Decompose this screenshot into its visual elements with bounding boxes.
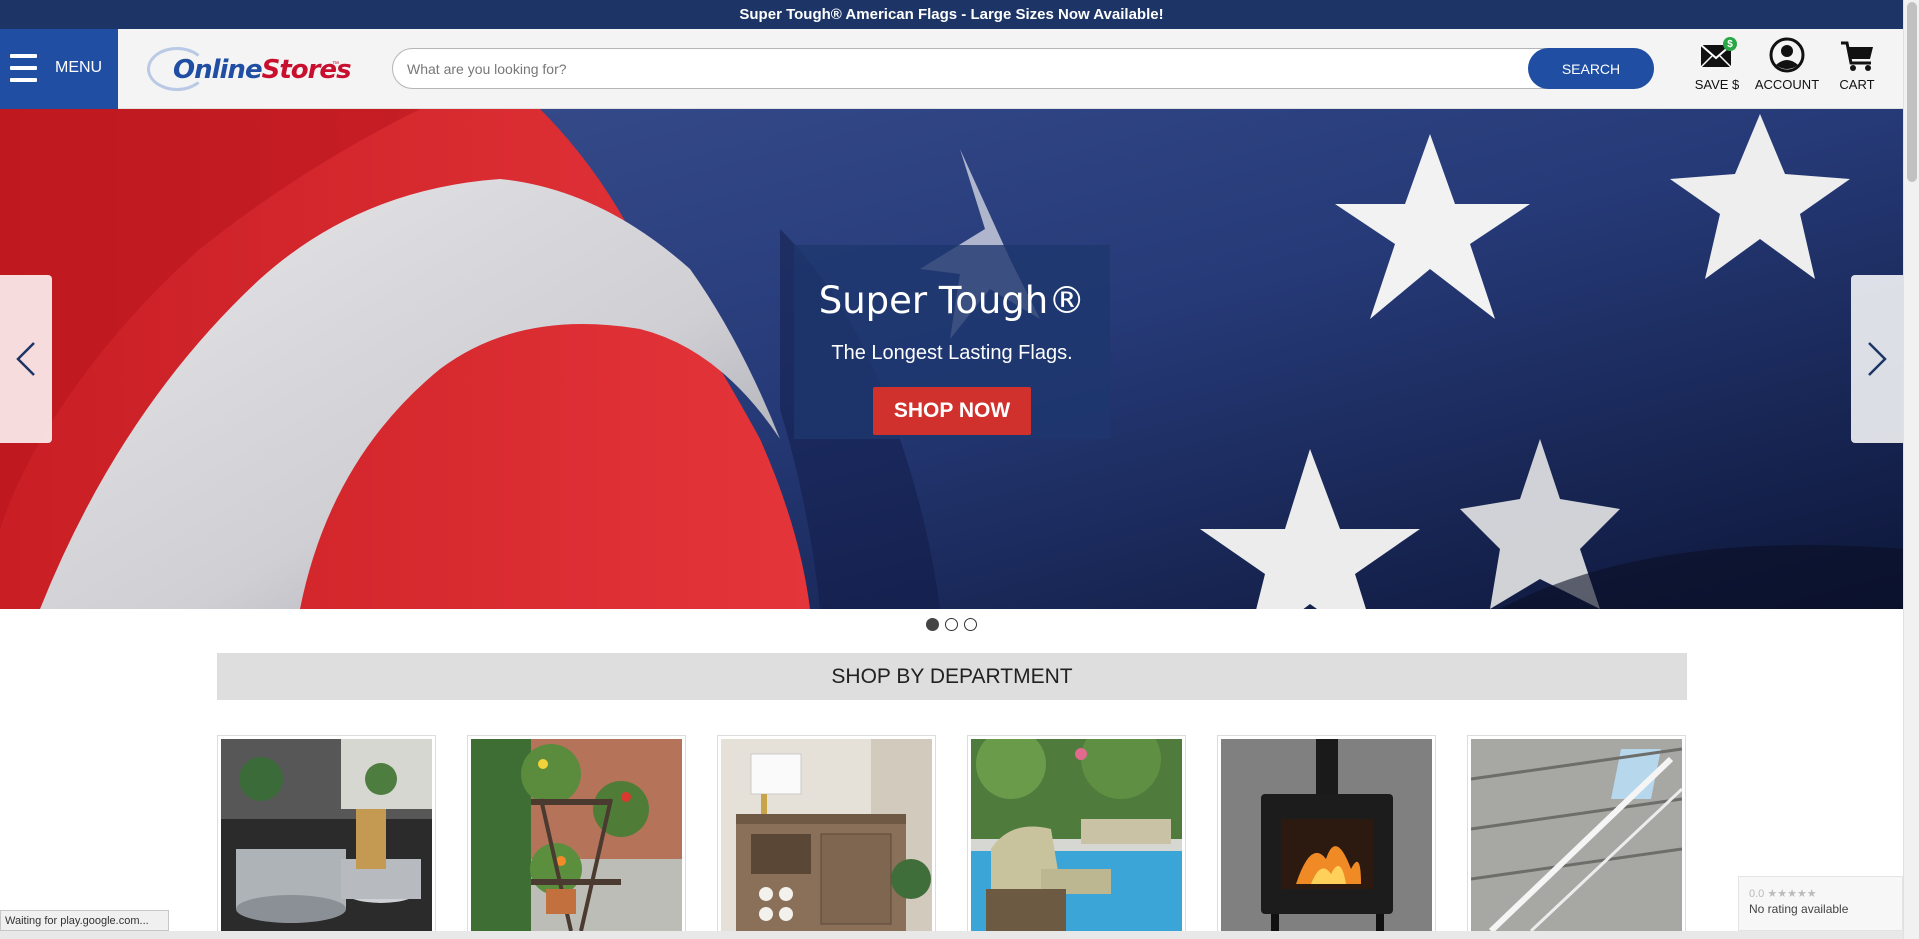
hamburger-icon (10, 54, 37, 82)
department-card-garden[interactable] (467, 735, 686, 935)
warehouse-ceiling-photo (1471, 739, 1682, 931)
hero-promo-box: Super Tough® The Longest Lasting Flags. … (794, 245, 1110, 439)
chevron-left-icon (16, 342, 35, 376)
logo-trademark: ™ (332, 61, 339, 68)
department-card-heating[interactable] (1217, 735, 1436, 935)
wood-stove-photo (1221, 739, 1432, 931)
carousel-dot[interactable] (926, 618, 939, 631)
menu-button[interactable]: MENU (0, 29, 118, 109)
department-card-patio[interactable] (967, 735, 1186, 935)
shop-now-button[interactable]: SHOP NOW (873, 387, 1031, 435)
site-header: MENU OnlineStores ™ SEARCH $ (0, 29, 1903, 109)
search-button[interactable]: SEARCH (1528, 48, 1654, 89)
logo-wordmark: OnlineStores (173, 55, 352, 85)
promo-banner[interactable]: Super Tough® American Flags - Large Size… (0, 0, 1903, 29)
department-card-cookware[interactable] (217, 735, 436, 935)
rating-text: No rating available (1749, 902, 1849, 916)
patio-chair-pool-photo (971, 739, 1182, 931)
cart-icon (1837, 35, 1877, 75)
department-heading-text: SHOP BY DEPARTMENT (831, 664, 1073, 688)
wood-cabinet-photo (721, 739, 932, 931)
user-icon (1767, 35, 1807, 75)
cart-link[interactable]: CART (1832, 35, 1882, 92)
hero-title: Super Tough® (818, 279, 1086, 322)
department-card-building[interactable] (1467, 735, 1686, 935)
save-label: SAVE $ (1694, 77, 1740, 92)
vertical-scrollbar[interactable] (1903, 0, 1919, 939)
carousel-next-button[interactable] (1851, 275, 1903, 443)
rating-stars: 0.0 ★★★★★ (1749, 888, 1817, 900)
rating-widget[interactable]: 0.0 ★★★★★ No rating available (1738, 876, 1903, 931)
garden-plant-stand-photo (471, 739, 682, 931)
chevron-right-icon (1868, 342, 1887, 376)
carousel-dot[interactable] (964, 618, 977, 631)
department-card-furniture[interactable] (717, 735, 936, 935)
dollar-badge: $ (1723, 37, 1737, 51)
carousel-dot[interactable] (945, 618, 958, 631)
carousel-dots (926, 618, 977, 631)
cookware-photo (221, 739, 432, 931)
search-input[interactable] (407, 49, 1507, 88)
carousel-prev-button[interactable] (0, 275, 52, 443)
page: Super Tough® American Flags - Large Size… (0, 0, 1919, 939)
browser-status-bar: Waiting for play.google.com... (0, 910, 169, 931)
save-money-link[interactable]: $ SAVE $ (1693, 35, 1741, 92)
account-link[interactable]: ACCOUNT (1752, 35, 1822, 92)
site-logo[interactable]: OnlineStores ™ (145, 43, 352, 95)
menu-label: MENU (55, 59, 103, 76)
hero-carousel: Super Tough® The Longest Lasting Flags. … (0, 109, 1903, 609)
search-bar: SEARCH (392, 48, 1654, 89)
status-text: Waiting for play.google.com... (5, 914, 149, 927)
cart-label: CART (1839, 77, 1875, 92)
horizontal-scroll-strip (0, 931, 1903, 939)
scrollbar-thumb[interactable] (1907, 2, 1917, 182)
account-label: ACCOUNT (1754, 77, 1820, 92)
hero-subtitle: The Longest Lasting Flags. (831, 342, 1073, 364)
envelope-icon: $ (1697, 35, 1737, 75)
department-heading: SHOP BY DEPARTMENT (217, 653, 1687, 700)
promo-text[interactable]: Super Tough® American Flags - Large Size… (739, 6, 1163, 23)
